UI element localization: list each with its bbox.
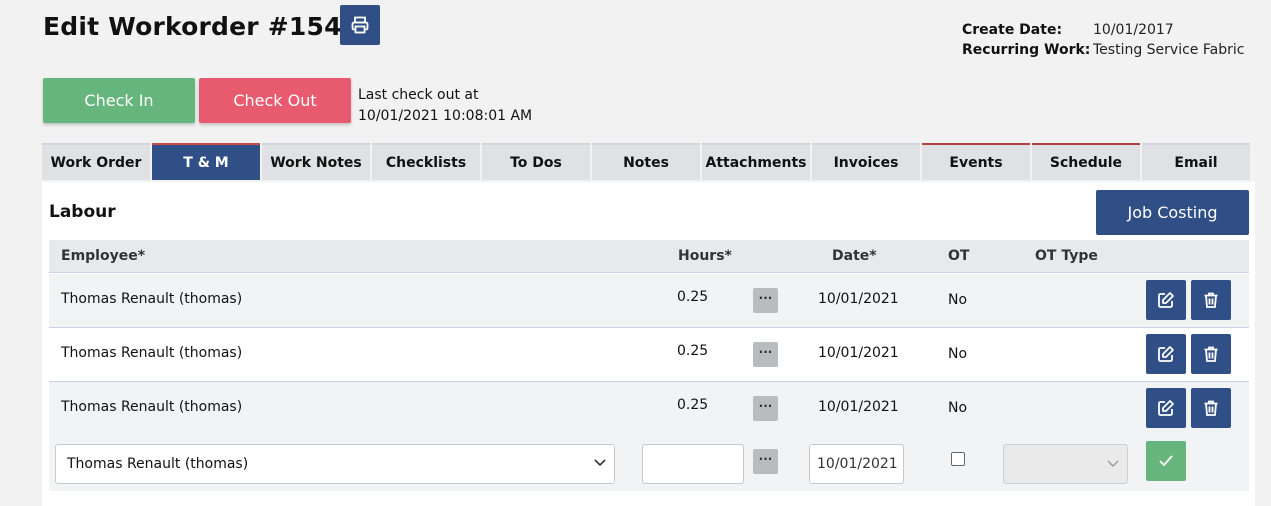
tab-checklists[interactable]: Checklists — [372, 143, 480, 180]
tab-notes[interactable]: Notes — [592, 143, 700, 180]
tab-work-notes[interactable]: Work Notes — [262, 143, 370, 180]
row-employee: Thomas Renault (thomas) — [61, 291, 243, 307]
tab-invoices[interactable]: Invoices — [812, 143, 920, 180]
edit-button[interactable] — [1146, 280, 1186, 320]
chevron-down-icon — [1107, 460, 1119, 467]
employee-select[interactable]: Thomas Renault (thomas) — [55, 444, 615, 484]
row-ot: No — [948, 400, 968, 416]
recurring-work-label: Recurring Work: — [962, 42, 1091, 58]
row-hours: 0.25 — [677, 289, 709, 305]
row-date: 10/01/2021 — [818, 399, 899, 415]
row-employee: Thomas Renault (thomas) — [61, 399, 243, 415]
last-checkout-time: 10/01/2021 10:08:01 AM — [358, 108, 533, 124]
workorder-tabs: Work Order T & M Work Notes Checklists T… — [42, 143, 1252, 180]
labour-table-header: Employee* Hours* Date* OT OT Type — [49, 240, 1249, 273]
hours-more-button[interactable]: ... — [753, 396, 778, 421]
tab-attachments[interactable]: Attachments — [702, 143, 810, 180]
table-row: Thomas Renault (thomas) 0.25 ... 10/01/2… — [49, 274, 1249, 328]
delete-button[interactable] — [1191, 280, 1231, 320]
create-date-value: 10/01/2017 — [1093, 22, 1174, 38]
last-checkout-label: Last check out at — [358, 87, 479, 103]
tab-t-and-m[interactable]: T & M — [152, 143, 260, 180]
tab-schedule[interactable]: Schedule — [1032, 143, 1140, 180]
tab-work-order[interactable]: Work Order — [42, 143, 150, 180]
row-date: 10/01/2021 — [818, 291, 899, 307]
trash-icon — [1204, 400, 1218, 416]
job-costing-button[interactable]: Job Costing — [1096, 190, 1249, 235]
col-employee: Employee* — [61, 248, 146, 264]
hours-input[interactable] — [642, 444, 744, 484]
table-row: Thomas Renault (thomas) 0.25 ... 10/01/2… — [49, 328, 1249, 382]
chevron-down-icon — [594, 459, 606, 467]
save-row-button[interactable] — [1146, 441, 1186, 481]
labour-panel: Labour Job Costing Employee* Hours* Date… — [42, 182, 1255, 506]
employee-select-value: Thomas Renault (thomas) — [67, 456, 249, 472]
workorder-meta: Create Date: 10/01/2017 Recurring Work: … — [962, 20, 1244, 60]
hours-more-button[interactable]: ... — [753, 449, 778, 474]
table-row: Thomas Renault (thomas) 0.25 ... 10/01/2… — [49, 382, 1249, 436]
last-checkout-info: Last check out at 10/01/2021 10:08:01 AM — [358, 85, 532, 127]
page-title: Edit Workorder #1549 — [43, 12, 360, 41]
labour-heading: Labour — [49, 202, 116, 222]
create-date-label: Create Date: — [962, 22, 1063, 38]
row-hours: 0.25 — [677, 343, 709, 359]
ot-type-select[interactable] — [1003, 444, 1128, 484]
row-employee: Thomas Renault (thomas) — [61, 345, 243, 361]
col-ot: OT — [948, 248, 970, 264]
row-date: 10/01/2021 — [818, 345, 899, 361]
delete-button[interactable] — [1191, 388, 1231, 428]
tab-events[interactable]: Events — [922, 143, 1030, 180]
edit-button[interactable] — [1146, 334, 1186, 374]
row-ot: No — [948, 346, 968, 362]
delete-button[interactable] — [1191, 334, 1231, 374]
edit-button[interactable] — [1146, 388, 1186, 428]
recurring-work-link[interactable]: Testing Service Fabric — [1093, 42, 1244, 58]
col-ot-type: OT Type — [1035, 248, 1098, 264]
printer-icon — [351, 16, 369, 34]
hours-more-button[interactable]: ... — [753, 288, 778, 313]
check-out-button[interactable]: Check Out — [199, 78, 351, 123]
print-button[interactable] — [340, 5, 380, 45]
new-labour-row: Thomas Renault (thomas) ... 10/01/2021 — [49, 435, 1249, 491]
tab-email[interactable]: Email — [1142, 143, 1250, 180]
col-date: Date* — [832, 248, 877, 264]
edit-icon — [1158, 400, 1174, 416]
edit-icon — [1158, 346, 1174, 362]
row-hours: 0.25 — [677, 397, 709, 413]
ot-checkbox[interactable] — [951, 452, 965, 466]
check-in-button[interactable]: Check In — [43, 78, 195, 123]
trash-icon — [1204, 346, 1218, 362]
tab-to-dos[interactable]: To Dos — [482, 143, 590, 180]
check-icon — [1159, 455, 1173, 467]
trash-icon — [1204, 292, 1218, 308]
date-input[interactable]: 10/01/2021 — [809, 444, 904, 484]
edit-icon — [1158, 292, 1174, 308]
row-ot: No — [948, 292, 968, 308]
col-hours: Hours* — [678, 248, 732, 264]
hours-more-button[interactable]: ... — [753, 342, 778, 367]
